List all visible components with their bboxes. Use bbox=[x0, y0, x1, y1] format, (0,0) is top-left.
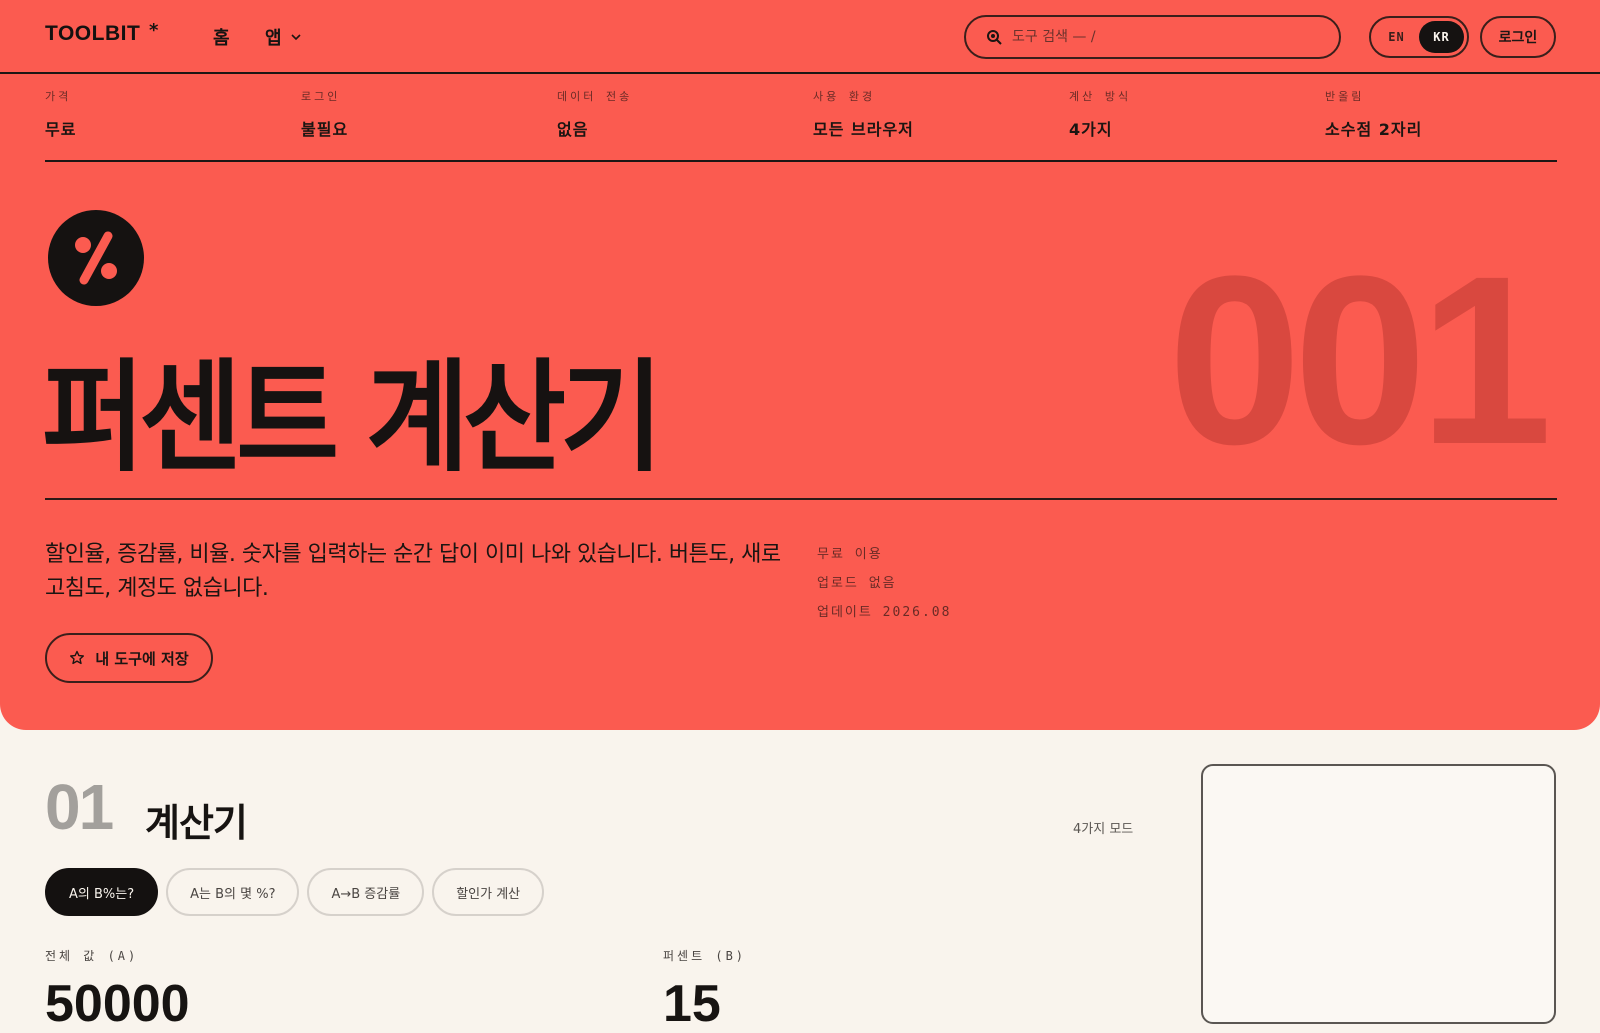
hero-meta: 무료 이용 업로드 없음 업데이트 2026.08 bbox=[817, 543, 951, 630]
hero-section: TOOLBIT * 홈 앱 EN KR 로그인 가격 무료 로그인 불필요 데이… bbox=[0, 0, 1600, 730]
star-icon bbox=[70, 650, 85, 665]
nav-home-link[interactable]: 홈 bbox=[213, 24, 230, 50]
lang-en-option[interactable]: EN bbox=[1374, 21, 1419, 53]
stat-value: 없음 bbox=[557, 120, 589, 139]
tool-number: 001 bbox=[1168, 226, 1552, 494]
field-b-input[interactable]: 15 bbox=[663, 978, 721, 1030]
tab-a-of-b-percent[interactable]: A의 B%는? bbox=[45, 868, 159, 916]
tab-discount-price[interactable]: 할인가 계산 bbox=[432, 868, 545, 916]
result-card bbox=[1201, 764, 1556, 1024]
mode-tabs: A의 B%는? A는 B의 몇 %? A→B 증감률 할인가 계산 bbox=[45, 868, 545, 916]
stat-key: 로그인 bbox=[301, 90, 341, 103]
tab-a-is-what-percent-of-b[interactable]: A는 B의 몇 %? bbox=[166, 868, 300, 916]
nav-apps-label: 앱 bbox=[265, 28, 282, 49]
stat-value: 소수점 2자리 bbox=[1325, 120, 1423, 139]
field-a-input[interactable]: 50000 bbox=[45, 978, 190, 1030]
stat-calc-method: 계산 방식 4가지 bbox=[1069, 88, 1131, 140]
stat-value: 불필요 bbox=[301, 120, 349, 139]
stat-value: 4가지 bbox=[1069, 120, 1113, 139]
search-icon bbox=[987, 30, 1002, 45]
stat-key: 반올림 bbox=[1325, 90, 1365, 103]
lang-kr-option[interactable]: KR bbox=[1419, 21, 1464, 53]
stat-value: 모든 브라우저 bbox=[813, 120, 914, 139]
search-input[interactable] bbox=[1012, 29, 1312, 45]
percent-icon-badge bbox=[48, 210, 144, 306]
nav-apps-menu[interactable]: 앱 bbox=[265, 24, 302, 50]
section-title: 계산기 bbox=[145, 801, 248, 845]
stat-login: 로그인 불필요 bbox=[301, 88, 348, 140]
logo-star: * bbox=[149, 20, 159, 41]
stat-value: 무료 bbox=[45, 120, 77, 139]
hero-description: 할인율, 증감률, 비율. 숫자를 입력하는 순간 답이 이미 나와 있습니다.… bbox=[45, 542, 781, 601]
percent-icon bbox=[75, 231, 117, 285]
meta-updated: 업데이트 2026.08 bbox=[817, 605, 952, 620]
stat-price: 가격 무료 bbox=[45, 88, 76, 140]
divider bbox=[45, 498, 1557, 500]
logo[interactable]: TOOLBIT bbox=[45, 22, 140, 46]
save-tool-label: 내 도구에 저장 bbox=[95, 649, 189, 668]
stat-key: 데이터 전송 bbox=[557, 90, 633, 103]
tab-change-rate[interactable]: A→B 증감률 bbox=[307, 868, 425, 916]
top-nav: TOOLBIT * 홈 앱 EN KR 로그인 bbox=[0, 0, 1600, 74]
page-title: 퍼센트 계산기 bbox=[42, 348, 663, 489]
login-button[interactable]: 로그인 bbox=[1480, 16, 1556, 58]
field-b-label: 퍼센트 (B) bbox=[663, 949, 747, 963]
stat-rounding: 반올림 소수점 2자리 bbox=[1325, 88, 1422, 140]
language-toggle[interactable]: EN KR bbox=[1369, 16, 1469, 58]
stats-bar: 가격 무료 로그인 불필요 데이터 전송 없음 사용 환경 모든 브라우저 계산… bbox=[45, 74, 1557, 162]
stat-key: 가격 bbox=[45, 90, 72, 103]
meta-no-upload: 업로드 없음 bbox=[817, 576, 897, 591]
stat-key: 사용 환경 bbox=[813, 90, 876, 103]
search-box[interactable] bbox=[964, 15, 1341, 59]
stat-key: 계산 방식 bbox=[1069, 90, 1132, 103]
stat-environment: 사용 환경 모든 브라우저 bbox=[813, 88, 914, 140]
stat-data-transfer: 데이터 전송 없음 bbox=[557, 88, 632, 140]
section-number: 01 bbox=[45, 771, 114, 843]
chevron-down-icon bbox=[290, 34, 301, 41]
field-a-label: 전체 값 (A) bbox=[45, 949, 139, 963]
save-tool-button[interactable]: 내 도구에 저장 bbox=[45, 633, 213, 683]
modes-count: 4가지 모드 bbox=[1073, 822, 1134, 837]
meta-free: 무료 이용 bbox=[817, 547, 883, 562]
